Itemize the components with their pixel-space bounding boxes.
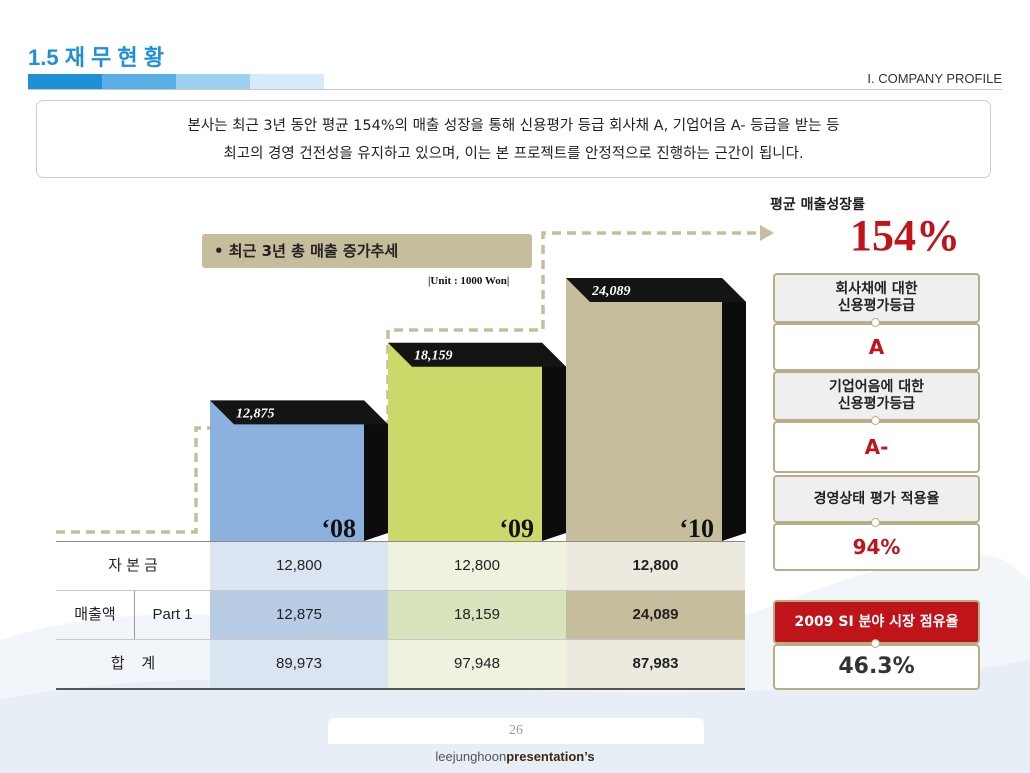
page-number: 26	[328, 718, 704, 744]
bar-side-1	[542, 342, 566, 541]
cp-rating-header-line-1: 기업어음에 대한	[828, 379, 925, 395]
bar-side-2	[722, 278, 746, 541]
management-rate-header-line-1: 경영상태 평가 적용율	[813, 490, 940, 507]
cell-10: 24,089	[566, 591, 745, 639]
cell-09: 97,948	[388, 640, 566, 688]
cell-08: 12,875	[210, 591, 388, 639]
connector-dot	[871, 639, 880, 648]
row-label: 합 계	[110, 655, 156, 672]
bar-2	[566, 278, 722, 541]
connector-dot	[871, 416, 880, 425]
market-share-value: 46.3%	[773, 644, 980, 690]
slide: 1.5 재 무 현 황 I. COMPANY PROFILE 본사는 최근 3년…	[0, 0, 1030, 773]
bond-rating-header-line-1: 회사채에 대한	[835, 281, 918, 297]
table-bottom-line	[56, 688, 745, 690]
bond-rating-header-line-2: 신용평가등급	[837, 298, 916, 314]
cp-rating-value: A-	[773, 421, 980, 473]
management-rate-value: 94%	[773, 523, 980, 571]
cell-08: 12,800	[210, 542, 388, 590]
bar-value-label: 24,089	[591, 284, 631, 299]
bond-rating-header: 회사채에 대한 신용평가등급	[773, 273, 980, 323]
management-rate-header: 경영상태 평가 적용율	[773, 475, 980, 523]
chart-label: • 최근 3년 총 매출 증가추세	[202, 234, 532, 268]
avg-growth-value: 154%	[850, 211, 960, 260]
row-sublabel: Part 1	[152, 606, 193, 623]
bar-category-label: ‘10	[679, 514, 714, 543]
trend-arrow-head	[760, 225, 774, 241]
cell-08: 89,973	[210, 640, 388, 688]
brand-suffix: presentation’s	[506, 749, 595, 764]
bar-1	[388, 342, 542, 541]
bar-value-label: 12,875	[236, 406, 275, 421]
cp-rating-header-line-2: 신용평가등급	[837, 396, 916, 412]
unit-label: |Unit : 1000 Won|	[428, 275, 510, 287]
table-row: 매출액 Part 1 12,875 18,159 24,089	[56, 591, 745, 639]
cp-rating-header: 기업어음에 대한 신용평가등급	[773, 371, 980, 421]
table-row: 자 본 금 12,800 12,800 12,800	[56, 542, 745, 590]
market-share-header: 2009 SI 분야 시장 점유율	[773, 600, 980, 644]
cell-09: 18,159	[388, 591, 566, 639]
bar-value-label: 18,159	[414, 349, 453, 364]
cell-09: 12,800	[388, 542, 566, 590]
table-row: 합 계 89,973 97,948 87,983	[56, 640, 745, 688]
connector-dot	[871, 318, 880, 327]
brand-name: leejunghoon	[435, 749, 507, 764]
connector-dot	[871, 518, 880, 527]
footer-brand: leejunghoonpresentation’s	[0, 749, 1030, 764]
bar-category-label: ‘08	[321, 514, 356, 543]
row-label: 매출액	[74, 606, 116, 623]
cell-10: 12,800	[566, 542, 745, 590]
bond-rating-value: A	[773, 323, 980, 371]
row-label: 자 본 금	[108, 557, 158, 574]
bar-category-label: ‘09	[499, 514, 534, 543]
cell-10: 87,983	[566, 640, 745, 688]
